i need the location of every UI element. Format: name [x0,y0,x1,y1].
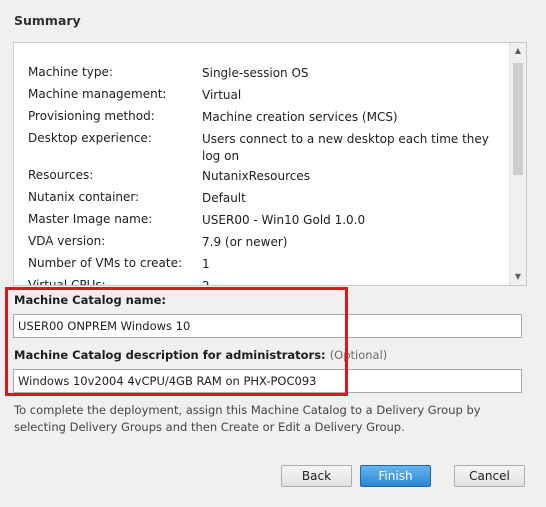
summary-value: Machine creation services (MCS) [202,110,398,124]
summary-key: Master Image name: [28,212,153,226]
summary-value: Single-session OS [202,66,309,80]
deployment-note: To complete the deployment, assign this … [14,403,481,434]
summary-value: 1 [202,257,210,271]
summary-key: Number of VMs to create: [28,256,183,270]
summary-value: 7.9 (or newer) [202,235,288,249]
summary-value: Users connect to a new desktop each time… [202,132,489,163]
catalog-description-input[interactable] [13,369,522,393]
page-title: Summary [14,13,81,28]
summary-key: Machine management: [28,87,167,101]
cancel-button[interactable]: Cancel [454,465,525,487]
summary-key: Provisioning method: [28,109,155,123]
summary-key: Desktop experience: [28,131,152,145]
scroll-down-arrow-icon[interactable]: ▼ [510,269,526,285]
summary-key: Virtual CPUs: [28,278,106,285]
catalog-description-label: Machine Catalog description for administ… [14,348,387,362]
summary-list: Machine type: Single-session OS Machine … [14,43,510,285]
catalog-name-input[interactable] [13,314,522,338]
summary-panel[interactable]: Machine type: Single-session OS Machine … [13,42,527,286]
summary-value: Virtual [202,88,242,102]
summary-value: 2 [202,278,492,285]
summary-key: Machine type: [28,65,113,79]
catalog-name-label-text: Machine Catalog name: [14,293,167,307]
summary-key: Resources: [28,168,94,182]
summary-key: VDA version: [28,234,106,248]
summary-key: Nutanix container: [28,190,140,204]
summary-value: Default [202,191,246,205]
summary-scrollbar[interactable]: ▲ ▼ [509,43,526,285]
finish-button[interactable]: Finish [360,465,431,487]
summary-value: USER00 - Win10 Gold 1.0.0 [202,213,366,227]
catalog-name-label: Machine Catalog name: [14,293,166,307]
back-button[interactable]: Back [281,465,352,487]
summary-value: NutanixResources [202,169,310,183]
scrollbar-thumb[interactable] [513,63,523,175]
catalog-description-label-text: Machine Catalog description for administ… [14,348,326,362]
optional-hint: (Optional) [329,348,388,362]
scroll-up-arrow-icon[interactable]: ▲ [510,43,526,59]
